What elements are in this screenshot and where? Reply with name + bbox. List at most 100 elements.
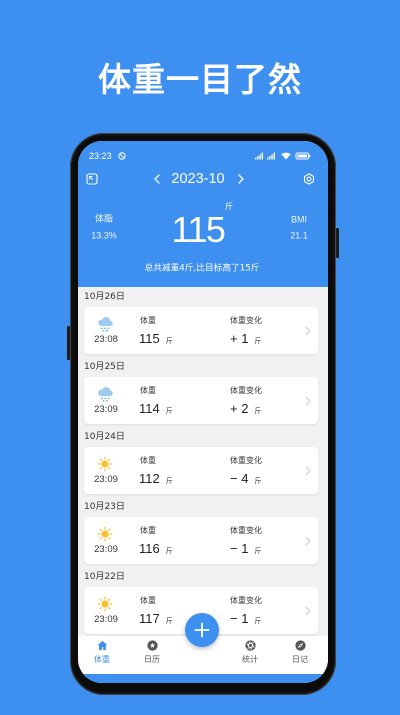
add-record-button[interactable] <box>185 613 219 647</box>
tab-weight[interactable]: 体重 <box>82 636 122 670</box>
current-weight-unit: 斤 <box>225 202 233 211</box>
weight-value: 114 <box>139 401 160 416</box>
record-card[interactable]: 23:09 体重 116 斤 体重变化 − 1 斤 <box>84 517 318 564</box>
weight-value: 115 <box>139 331 160 346</box>
change-unit: 斤 <box>254 617 262 625</box>
snow-cloud-icon <box>95 316 115 332</box>
record-change: + 1 斤 <box>230 331 261 349</box>
prev-month-button[interactable] <box>154 174 161 185</box>
weight-unit: 斤 <box>165 617 173 625</box>
promo-headline: 体重一目了然 <box>98 60 302 99</box>
record-card[interactable]: 23:08 体重 115 斤 体重变化 + 1 斤 <box>84 307 318 354</box>
weight-label: 体重 <box>140 456 156 465</box>
summary-header: 23:23 2023-10 体脂 13.3% 115 斤 BMI 21.1 总共… <box>78 141 328 287</box>
chevron-right-icon <box>305 536 311 546</box>
record-card[interactable]: 23:09 体重 112 斤 体重变化 − 4 斤 <box>84 447 318 494</box>
tab-label: 统计 <box>242 655 258 664</box>
signal-icon <box>255 152 263 160</box>
record-change: − 4 斤 <box>230 471 261 489</box>
change-unit: 斤 <box>254 547 262 555</box>
share-icon[interactable] <box>86 173 98 185</box>
record-card[interactable]: 23:09 体重 114 斤 体重变化 + 2 斤 <box>84 377 318 424</box>
battery-icon <box>295 152 311 160</box>
change-unit: 斤 <box>254 477 262 485</box>
change-unit: 斤 <box>254 337 262 345</box>
weight-unit: 斤 <box>165 337 173 345</box>
next-month-button[interactable] <box>238 174 245 185</box>
record-weight: 114 斤 <box>139 401 173 419</box>
app-screen: 23:23 2023-10 体脂 13.3% 115 斤 BMI 21.1 总共… <box>78 141 328 683</box>
change-label: 体重变化 <box>230 596 262 605</box>
record-time: 23:09 <box>94 474 118 485</box>
change-value: − 1 <box>230 611 249 626</box>
current-weight-value: 115 <box>171 209 226 250</box>
date-header: 10月23日 <box>84 502 125 512</box>
weight-unit: 斤 <box>165 477 173 485</box>
tab-diary[interactable]: 日记 <box>280 636 320 670</box>
change-label: 体重变化 <box>230 386 262 395</box>
weight-label: 体重 <box>140 316 156 325</box>
date-header: 10月26日 <box>84 292 125 302</box>
date-header: 10月25日 <box>84 362 125 372</box>
record-change: + 2 斤 <box>230 401 261 419</box>
weight-value: 117 <box>139 611 160 626</box>
chevron-right-icon <box>305 396 311 406</box>
weight-label: 体重 <box>140 526 156 535</box>
record-time: 23:09 <box>94 544 118 555</box>
plus-icon <box>194 622 210 638</box>
change-value: + 2 <box>230 401 249 416</box>
date-header: 10月22日 <box>84 572 125 582</box>
record-weight: 117 斤 <box>139 611 173 629</box>
weight-unit: 斤 <box>165 407 173 415</box>
chevron-right-icon <box>305 606 311 616</box>
record-time: 23:08 <box>94 334 118 345</box>
wifi-icon <box>281 152 291 160</box>
sun-icon <box>95 596 115 612</box>
record-weight: 115 斤 <box>139 331 173 349</box>
sun-icon <box>95 456 115 472</box>
snow-cloud-icon <box>95 386 115 402</box>
tab-label: 日历 <box>144 655 160 664</box>
change-value: + 1 <box>230 331 249 346</box>
change-label: 体重变化 <box>230 316 262 325</box>
change-unit: 斤 <box>254 407 262 415</box>
chevron-right-icon <box>238 174 244 184</box>
weight-unit: 斤 <box>165 547 173 555</box>
change-label: 体重变化 <box>230 456 262 465</box>
record-weight: 112 斤 <box>139 471 173 489</box>
record-time: 23:09 <box>94 404 118 415</box>
change-value: − 4 <box>230 471 249 486</box>
change-label: 体重变化 <box>230 526 262 535</box>
sun-icon <box>95 526 115 542</box>
star-circle-icon <box>146 639 158 651</box>
weight-value: 112 <box>139 471 160 486</box>
record-change: − 1 斤 <box>230 611 261 629</box>
tab-label: 体重 <box>94 655 110 664</box>
weight-label: 体重 <box>140 386 156 395</box>
home-icon <box>97 640 108 651</box>
bmi-value: 21.1 <box>290 230 308 241</box>
aperture-icon <box>244 639 256 651</box>
date-header: 10月24日 <box>84 432 125 442</box>
chevron-right-icon <box>305 466 311 476</box>
weight-value: 116 <box>139 541 160 556</box>
compass-icon <box>294 639 306 651</box>
chevron-right-icon <box>305 326 311 336</box>
status-indicator-icon <box>118 152 126 160</box>
record-time: 23:09 <box>94 614 118 625</box>
summary-note: 总共减重4斤,比目标高了15斤 <box>144 263 260 274</box>
status-time: 23:23 <box>89 151 112 161</box>
phone-side-button <box>336 228 339 258</box>
body-fat-label: 体脂 <box>94 214 114 225</box>
tab-label: 日记 <box>292 655 308 664</box>
weight-label: 体重 <box>140 596 156 605</box>
bmi-label: BMI <box>290 214 308 225</box>
tab-statistics[interactable]: 统计 <box>230 636 270 670</box>
bottom-strip <box>78 674 328 683</box>
settings-gear-icon[interactable] <box>303 173 316 186</box>
month-title[interactable]: 2023-10 <box>171 172 224 187</box>
chevron-left-icon <box>154 174 160 184</box>
change-value: − 1 <box>230 541 249 556</box>
record-weight: 116 斤 <box>139 541 173 559</box>
tab-calendar[interactable]: 日历 <box>132 636 172 670</box>
